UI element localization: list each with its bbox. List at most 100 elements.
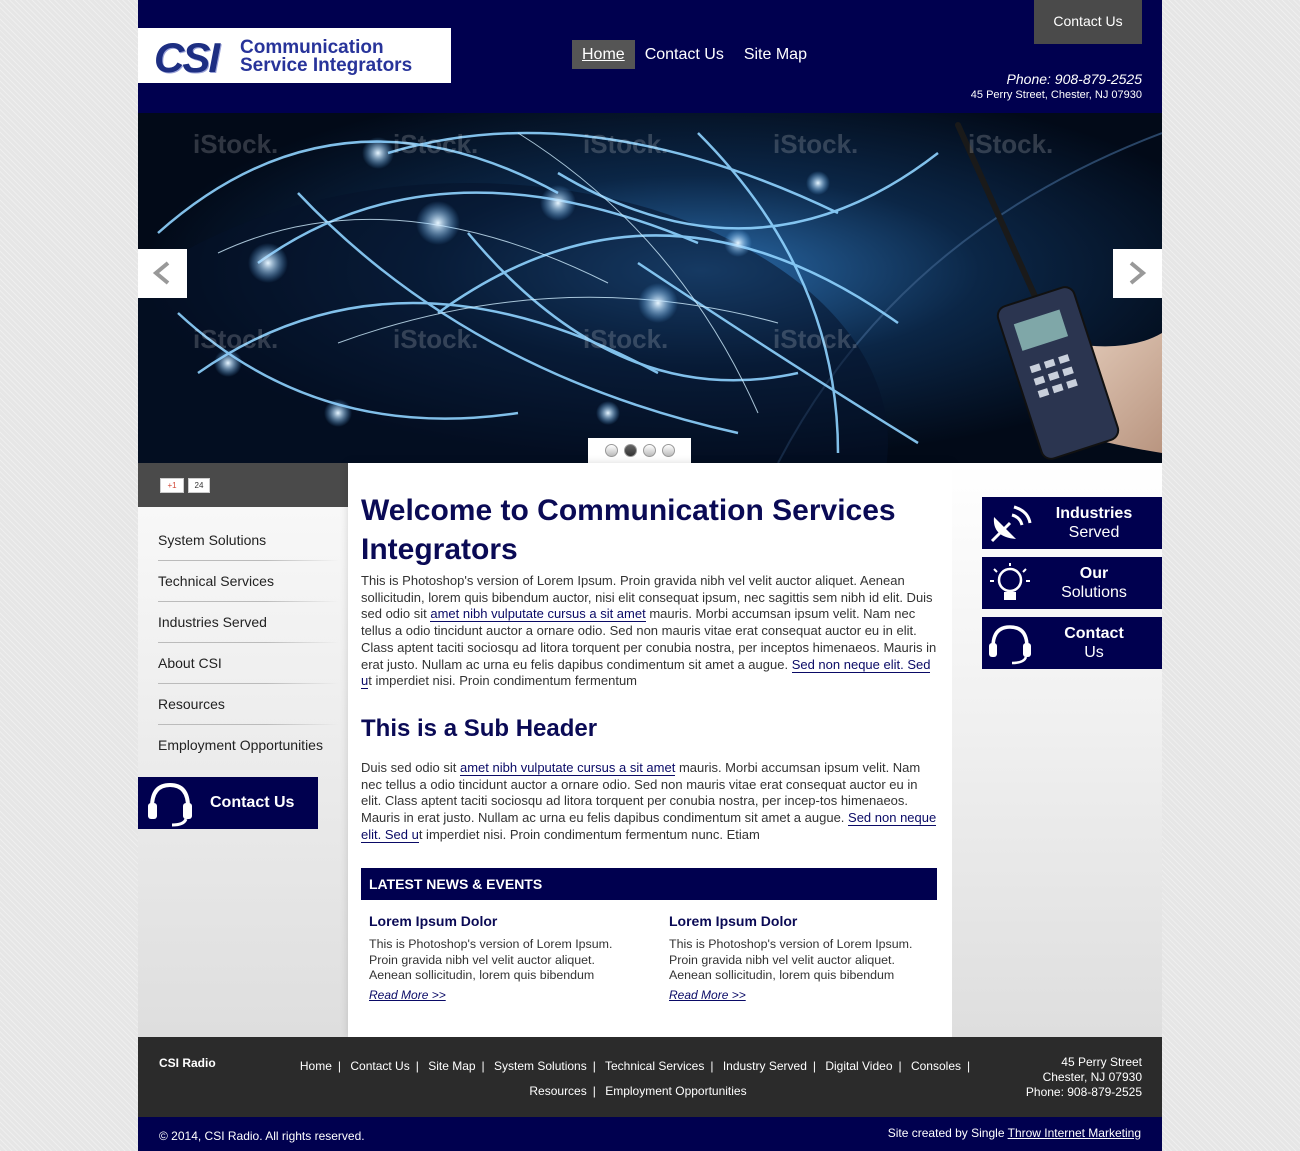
hero-slider: iStock. iStock. iStock. iStock. iStock. iSto… xyxy=(138,113,1162,463)
read-more-link[interactable]: Read More >> xyxy=(669,988,746,1002)
read-more-link[interactable]: Read More >> xyxy=(369,988,446,1002)
side-nav-system-solutions[interactable]: System Solutions xyxy=(158,520,338,561)
header-phone: Phone: 908-879-2525 xyxy=(1006,71,1142,87)
footer-link-consoles[interactable]: Consoles xyxy=(911,1059,961,1073)
sidebar-contact-button[interactable]: Contact Us xyxy=(138,777,318,829)
news-title[interactable]: Lorem Ipsum Dolor xyxy=(669,913,939,929)
footer-brand: CSI Radio xyxy=(159,1056,216,1070)
credit-link[interactable]: Throw Internet Marketing xyxy=(1008,1126,1141,1140)
footer: CSI Radio Home | Contact Us | Site Map | Sy… xyxy=(138,1037,1162,1117)
side-nav: System Solutions Technical Services Indu… xyxy=(158,520,338,765)
footer-link-contact-us[interactable]: Contact Us xyxy=(350,1059,409,1073)
hero-image: iStock. iStock. iStock. iStock. iStock. iSto… xyxy=(138,122,1162,463)
right-sidebar: Industries Served Our Solutions Contact Us xyxy=(952,463,1162,1037)
sub-header: This is a Sub Header xyxy=(361,715,598,742)
chevron-left-icon xyxy=(152,261,170,285)
page-title: Welcome to Communication Services Integr… xyxy=(361,494,896,566)
divider: | xyxy=(415,1059,419,1073)
main-content: Welcome to Communication Services Integr… xyxy=(348,463,952,1037)
footer-link-technical-services[interactable]: Technical Services xyxy=(605,1059,704,1073)
header: CSI Communication Service Integrators Co… xyxy=(138,0,1162,113)
button-line2: Us xyxy=(1084,644,1104,661)
contact-us-button[interactable]: Contact Us xyxy=(982,617,1162,669)
svg-text:iStock.: iStock. xyxy=(968,129,1053,159)
footer-address-line: 45 Perry Street xyxy=(1061,1055,1142,1069)
footer-link-system-solutions[interactable]: System Solutions xyxy=(494,1059,587,1073)
nav-site-map[interactable]: Site Map xyxy=(734,40,817,69)
slider-dot[interactable] xyxy=(604,444,618,457)
nav-contact-us[interactable]: Contact Us xyxy=(635,40,734,69)
slider-next-button[interactable] xyxy=(1113,249,1162,298)
intro-link-1[interactable]: amet nibh vulputate cursus a sit amet xyxy=(430,606,646,623)
side-nav-resources[interactable]: Resources xyxy=(158,684,338,725)
divider: | xyxy=(710,1059,714,1073)
intro-text: t imperdiet nisi. Proin condimentum ferm… xyxy=(368,673,638,689)
slider-prev-button[interactable] xyxy=(138,249,187,298)
satellite-dish-icon xyxy=(990,505,1032,543)
svg-text:iStock.: iStock. xyxy=(773,129,858,159)
divider: | xyxy=(898,1059,902,1073)
button-line2: Served xyxy=(1068,524,1120,541)
divider: | xyxy=(337,1059,342,1073)
footer-link-home[interactable]: Home xyxy=(300,1059,332,1073)
chevron-right-icon xyxy=(1129,261,1147,285)
page: CSI Communication Service Integrators Co… xyxy=(138,0,1162,1151)
google-plus-button[interactable]: +1 xyxy=(160,478,184,493)
credit-text: Site created by Single xyxy=(887,1126,1008,1140)
footer-link-resources[interactable]: Resources xyxy=(529,1084,586,1098)
slider-dot[interactable] xyxy=(642,444,656,457)
sub-text: t imperdiet nisi. Proin condimentum ferm… xyxy=(418,826,760,842)
svg-text:iStock.: iStock. xyxy=(583,129,668,159)
nav-home[interactable]: Home xyxy=(572,40,635,69)
main-nav: Home Contact Us Site Map xyxy=(572,40,817,69)
news-text: This is Photoshop's version of Lorem Ips… xyxy=(369,937,613,983)
news-header: LATEST NEWS & EVENTS xyxy=(361,868,937,900)
news-title[interactable]: Lorem Ipsum Dolor xyxy=(369,913,639,929)
button-line1: Industries xyxy=(1055,505,1133,522)
footer-phone: Phone: 908-879-2525 xyxy=(1025,1085,1142,1099)
svg-text:iStock.: iStock. xyxy=(193,129,278,159)
header-address: 45 Perry Street, Chester, NJ 07930 xyxy=(970,89,1142,101)
copyright: © 2014, CSI Radio. All rights reserved. xyxy=(159,1129,365,1143)
divider: | xyxy=(967,1059,971,1073)
svg-text:iStock.: iStock. xyxy=(773,324,858,354)
divider: | xyxy=(592,1059,596,1073)
left-sidebar: +1 24 System Solutions Technical Service… xyxy=(138,463,348,1037)
contact-us-label: Contact Us xyxy=(1034,624,1154,662)
sub-text: Duis sed odio sit xyxy=(361,760,460,775)
news-text: This is Photoshop's version of Lorem Ips… xyxy=(669,937,913,983)
industries-served-label: Industries Served xyxy=(1034,504,1154,542)
logo-line2: Service Integrators xyxy=(240,55,413,76)
side-nav-employment[interactable]: Employment Opportunities xyxy=(158,725,338,765)
button-line2: Solutions xyxy=(1061,584,1127,601)
top-contact-button[interactable]: Contact Us xyxy=(1034,0,1142,44)
social-bar: +1 24 xyxy=(138,463,348,507)
intro-paragraph: This is Photoshop's version of Lorem Ips… xyxy=(361,573,937,690)
side-nav-about-csi[interactable]: About CSI xyxy=(158,643,338,684)
google-plus-count: 24 xyxy=(188,478,210,493)
our-solutions-button[interactable]: Our Solutions xyxy=(982,557,1162,609)
bottom-bar: © 2014, CSI Radio. All rights reserved. … xyxy=(138,1117,1162,1151)
svg-text:iStock.: iStock. xyxy=(583,324,668,354)
news-item: Lorem Ipsum Dolor This is Photoshop's ve… xyxy=(369,913,639,1004)
sub-paragraph: Duis sed odio sit amet nibh vulputate cu… xyxy=(361,760,937,844)
svg-text:iStock.: iStock. xyxy=(393,324,478,354)
footer-address: 45 Perry Street Chester, NJ 07930 Phone:… xyxy=(1026,1055,1142,1100)
news-item: Lorem Ipsum Dolor This is Photoshop's ve… xyxy=(669,913,939,1004)
divider: | xyxy=(592,1084,596,1098)
slider-dot[interactable] xyxy=(661,444,675,457)
svg-text:iStock.: iStock. xyxy=(193,324,278,354)
footer-link-digital-video[interactable]: Digital Video xyxy=(825,1059,892,1073)
industries-served-button[interactable]: Industries Served xyxy=(982,497,1162,549)
divider: | xyxy=(812,1059,816,1073)
logo[interactable]: CSI Communication Service Integrators xyxy=(138,28,451,83)
footer-link-industry-served[interactable]: Industry Served xyxy=(723,1059,807,1073)
footer-link-site-map[interactable]: Site Map xyxy=(428,1059,475,1073)
footer-link-employment[interactable]: Employment Opportunities xyxy=(605,1084,746,1098)
side-nav-technical-services[interactable]: Technical Services xyxy=(158,561,338,602)
button-line1: Contact xyxy=(1064,625,1124,642)
sub-link-1[interactable]: amet nibh vulputate cursus a sit amet xyxy=(460,760,676,776)
headset-icon xyxy=(148,782,192,827)
slider-dot-active[interactable] xyxy=(623,444,637,457)
side-nav-industries-served[interactable]: Industries Served xyxy=(158,602,338,643)
